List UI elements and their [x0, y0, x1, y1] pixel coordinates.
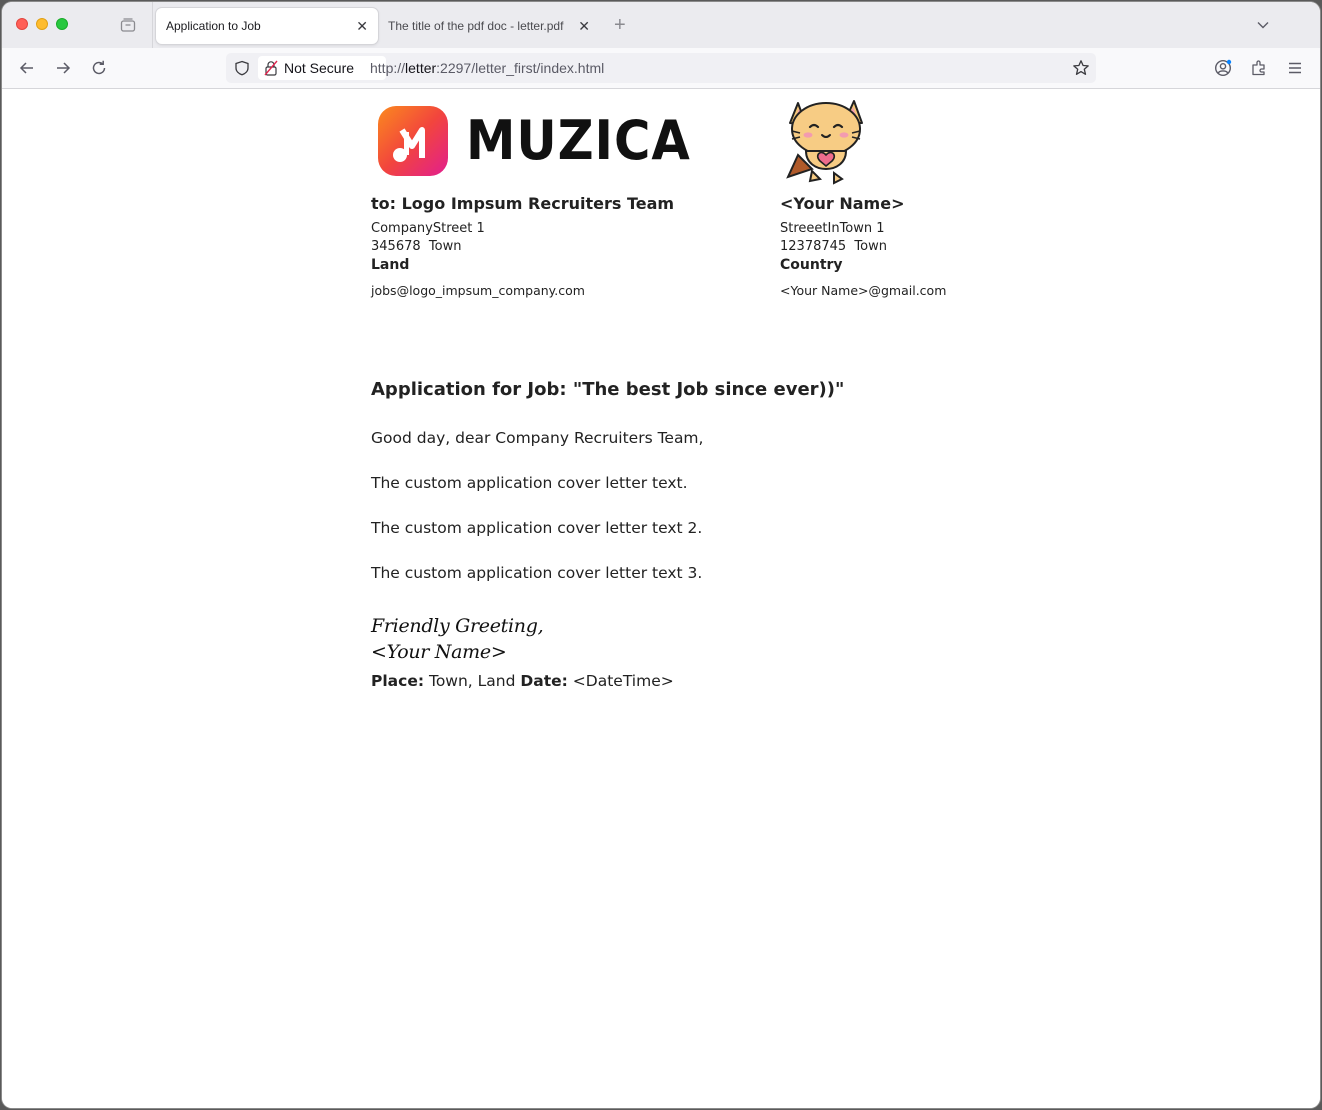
recipient-heading: to: Logo Impsum Recruiters Team [371, 194, 675, 213]
account-icon[interactable] [1214, 59, 1232, 77]
company-logo: MUZICA [378, 105, 690, 177]
recipient-country: Land [371, 257, 410, 273]
chevron-down-icon[interactable] [1256, 18, 1270, 32]
zoom-window-button[interactable] [56, 18, 68, 30]
letter-subject: Application for Job: "The best Job since… [371, 379, 845, 400]
url-text[interactable]: http://letter:2297/letter_first/index.ht… [370, 53, 604, 83]
music-note-logo-icon [378, 106, 448, 176]
recipient-city: 345678 Town [371, 239, 462, 254]
insecure-lock-icon [264, 60, 278, 76]
extensions-icon[interactable] [1250, 59, 1268, 77]
hamburger-menu-icon[interactable] [1286, 59, 1304, 77]
reload-icon[interactable] [90, 59, 108, 77]
sender-address-block: <Your Name> StreeetInTown 1 12378745 Tow… [780, 194, 946, 300]
logo-wordmark: MUZICA [466, 109, 691, 172]
recipient-street: CompanyStreet 1 [371, 221, 485, 236]
sender-email: <Your Name>@gmail.com [780, 283, 947, 298]
tab-overview-icon[interactable] [120, 17, 136, 33]
recipient-email: jobs@logo_impsum_company.com [371, 283, 585, 298]
tab-label: The title of the pdf doc - letter.pdf [388, 19, 564, 33]
bookmark-star-icon[interactable] [1072, 59, 1090, 77]
url-prefix: http:// [370, 60, 406, 76]
cat-mascot-icon [786, 100, 863, 185]
greeting-line: Good day, dear Company Recruiters Team, [371, 429, 704, 447]
shield-icon[interactable] [234, 60, 250, 76]
music-note-glyph [393, 127, 425, 162]
url-path: :2297/letter_first/index.html [436, 60, 605, 76]
place-value: Town, Land [428, 672, 516, 690]
tab-application-to-job[interactable]: Application to Job ✕ [156, 8, 378, 44]
close-window-button[interactable] [16, 18, 28, 30]
body-paragraph: The custom application cover letter text… [371, 519, 703, 537]
sender-street: StreeetInTown 1 [780, 221, 885, 236]
not-secure-indicator[interactable]: Not Secure [258, 56, 386, 80]
body-paragraph: The custom application cover letter text… [371, 474, 688, 492]
place-date-line: Place: Town, Land Date: <DateTime> [371, 672, 674, 690]
minimize-window-button[interactable] [36, 18, 48, 30]
place-label: Place: [371, 672, 425, 690]
closing-line: Friendly Greeting, [371, 615, 544, 637]
date-label: Date: [520, 672, 568, 690]
close-tab-icon[interactable]: ✕ [578, 8, 590, 44]
forward-arrow-icon[interactable] [54, 59, 72, 77]
body-paragraph: The custom application cover letter text… [371, 564, 703, 582]
tab-separator [152, 2, 153, 48]
back-arrow-icon[interactable] [18, 59, 36, 77]
sender-city: 12378745 Town [780, 239, 887, 254]
address-bar[interactable]: Not Secure http://letter:2297/letter_fir… [226, 53, 1096, 83]
sender-heading: <Your Name> [780, 194, 905, 213]
new-tab-icon[interactable]: + [614, 15, 626, 35]
letter-page: MUZICA to: Logo Impsum Recruiters Team C… [2, 89, 1320, 1108]
tab-strip: Application to Job ✕ The title of the pd… [2, 2, 1320, 48]
close-tab-icon[interactable]: ✕ [356, 8, 368, 44]
url-host: letter [405, 60, 437, 76]
not-secure-label: Not Secure [284, 60, 355, 76]
signature-name: <Your Name> [371, 641, 507, 663]
recipient-address-block: to: Logo Impsum Recruiters Team CompanyS… [371, 194, 674, 300]
date-value: <DateTime> [572, 672, 674, 690]
browser-window: Application to Job ✕ The title of the pd… [2, 2, 1320, 1108]
tab-letter-pdf[interactable]: The title of the pdf doc - letter.pdf ✕ [378, 8, 600, 44]
tab-label: Application to Job [166, 19, 261, 33]
navigation-toolbar: Not Secure http://letter:2297/letter_fir… [2, 48, 1320, 89]
sender-country: Country [780, 257, 843, 273]
